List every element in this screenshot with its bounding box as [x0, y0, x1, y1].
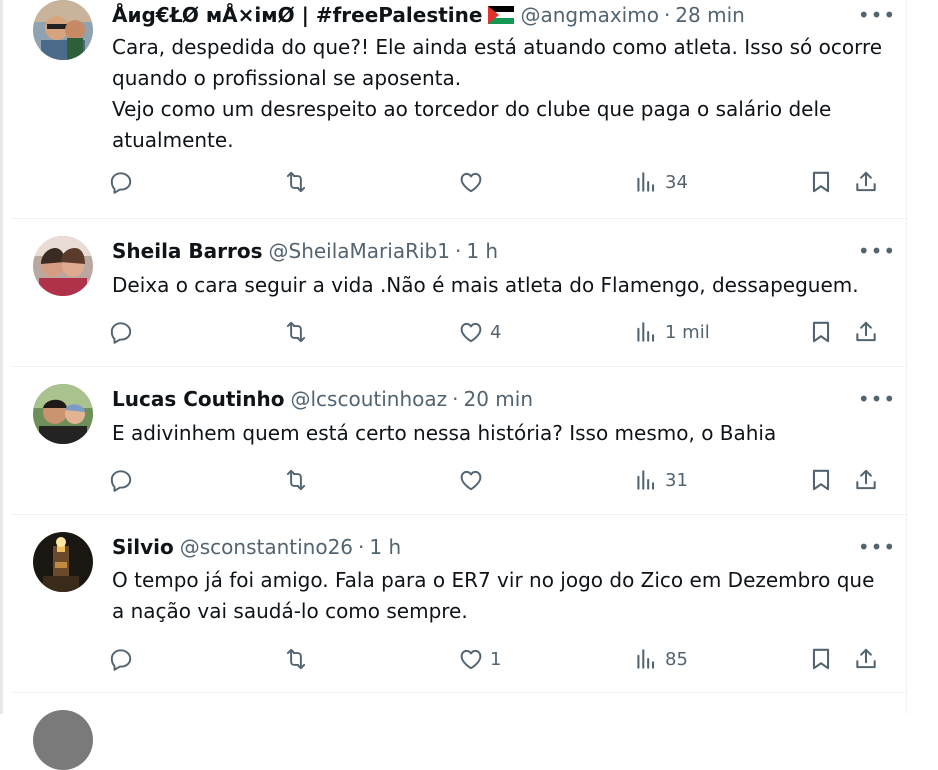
- view-count: 34: [665, 171, 688, 193]
- reply-icon: [110, 322, 132, 344]
- bookmark-button[interactable]: [808, 641, 834, 677]
- separator-dot: ·: [454, 239, 462, 263]
- more-options-button[interactable]: •••: [858, 384, 895, 414]
- like-button[interactable]: [458, 164, 490, 200]
- heart-icon: [460, 172, 482, 193]
- view-count: 85: [665, 648, 688, 670]
- tweet-text: Cara, despedida do que?! Ele ainda está …: [112, 35, 883, 152]
- view-count: 31: [665, 469, 688, 491]
- reply-icon: [110, 649, 132, 671]
- tweet-text: E adivinhem quem está certo nessa histór…: [112, 421, 777, 445]
- tweet[interactable]: [12, 692, 906, 770]
- views-button[interactable]: 34: [633, 164, 688, 200]
- tweet-header: Sheila Barros @SheilaMariaRib1 · 1 h: [112, 236, 886, 266]
- retweet-icon: [286, 321, 306, 343]
- reply-button[interactable]: [108, 314, 134, 350]
- bookmark-button[interactable]: [808, 462, 834, 498]
- user-handle[interactable]: @SheilaMariaRib1: [269, 239, 450, 263]
- retweet-button[interactable]: [283, 314, 309, 350]
- timestamp[interactable]: 20 min: [463, 387, 533, 411]
- views-icon: [637, 172, 655, 192]
- avatar[interactable]: [33, 710, 93, 770]
- reply-button[interactable]: [108, 641, 134, 677]
- bookmark-button[interactable]: [808, 164, 834, 200]
- like-count: 4: [490, 321, 502, 343]
- like-button[interactable]: [458, 462, 490, 498]
- avatar[interactable]: [33, 236, 93, 296]
- share-icon: [856, 321, 876, 342]
- avatar[interactable]: [33, 532, 93, 592]
- retweet-icon: [286, 648, 306, 670]
- action-bar: 34: [108, 164, 898, 200]
- separator-dot: ·: [452, 387, 459, 411]
- views-button[interactable]: 85: [633, 641, 688, 677]
- share-button[interactable]: [853, 641, 879, 677]
- tweet-text: Deixa o cara seguir a vida .Não é mais a…: [112, 273, 859, 297]
- avatar[interactable]: [33, 384, 93, 444]
- separator-dot: ·: [358, 535, 365, 559]
- timestamp[interactable]: 1 h: [369, 535, 401, 559]
- timestamp[interactable]: 28 min: [675, 3, 745, 27]
- views-icon: [637, 322, 655, 342]
- separator-dot: ·: [663, 3, 671, 27]
- bookmark-button[interactable]: [808, 314, 834, 350]
- action-bar: 1 85: [108, 641, 898, 677]
- avatar[interactable]: [33, 0, 93, 60]
- heart-icon: [460, 649, 482, 670]
- more-options-button[interactable]: •••: [858, 532, 895, 562]
- display-name[interactable]: Sheila Barros: [112, 239, 263, 263]
- share-button[interactable]: [853, 462, 879, 498]
- feed-right-border: [906, 0, 907, 714]
- like-button[interactable]: 4: [458, 314, 501, 350]
- bookmark-icon: [812, 171, 830, 193]
- tweet-header: Lucas Coutinho @lcscoutinhoaz · 20 min: [112, 384, 886, 414]
- views-button[interactable]: 1 mil: [633, 314, 710, 350]
- views-icon: [637, 470, 655, 490]
- palestine-flag-icon: [488, 6, 515, 24]
- tweet-text: O tempo já foi amigo. Fala para o ER7 vi…: [112, 568, 875, 623]
- more-options-button[interactable]: •••: [858, 0, 895, 30]
- tweet[interactable]: Silvio @sconstantino26 · 1 h ••• O tempo…: [12, 514, 906, 693]
- views-icon: [637, 649, 655, 669]
- tweet[interactable]: Lucas Coutinho @lcscoutinhoaz · 20 min •…: [12, 366, 906, 515]
- display-name[interactable]: Silvio: [112, 535, 174, 559]
- display-name[interactable]: Lucas Coutinho: [112, 387, 285, 411]
- share-button[interactable]: [853, 164, 879, 200]
- bookmark-icon: [812, 321, 830, 343]
- heart-icon: [460, 322, 482, 343]
- like-count: 1: [490, 648, 502, 670]
- share-icon: [856, 171, 876, 192]
- user-handle[interactable]: @lcscoutinhoaz: [291, 387, 448, 411]
- heart-icon: [460, 470, 482, 491]
- retweet-button[interactable]: [283, 641, 309, 677]
- action-bar: 31: [108, 462, 898, 498]
- user-handle[interactable]: @sconstantino26: [180, 535, 353, 559]
- view-count: 1 mil: [665, 321, 710, 343]
- share-icon: [856, 469, 876, 490]
- bookmark-icon: [812, 469, 830, 491]
- retweet-button[interactable]: [283, 164, 309, 200]
- share-button[interactable]: [853, 314, 879, 350]
- reply-icon: [110, 470, 132, 492]
- like-button[interactable]: 1: [458, 641, 501, 677]
- user-handle[interactable]: @angmaximo: [520, 3, 658, 27]
- tweet-header: Åиg€ŁØ мÅ×iмØ | #freePalestine @angmaxim…: [112, 0, 886, 30]
- views-button[interactable]: 31: [633, 462, 688, 498]
- timestamp[interactable]: 1 h: [466, 239, 498, 263]
- bookmark-icon: [812, 648, 830, 670]
- left-panel-edge: [0, 0, 3, 714]
- share-icon: [856, 648, 876, 669]
- reply-icon: [110, 172, 132, 194]
- tweet-header: Silvio @sconstantino26 · 1 h: [112, 532, 886, 562]
- retweet-icon: [286, 469, 306, 491]
- reply-button[interactable]: [108, 462, 134, 498]
- more-options-button[interactable]: •••: [858, 236, 895, 266]
- tweet[interactable]: Sheila Barros @SheilaMariaRib1 · 1 h •••…: [12, 218, 906, 367]
- action-bar: 4 1 mil: [108, 314, 898, 350]
- display-name[interactable]: Åиg€ŁØ мÅ×iмØ | #freePalestine: [112, 3, 482, 27]
- retweet-button[interactable]: [283, 462, 309, 498]
- tweet[interactable]: Åиg€ŁØ мÅ×iмØ | #freePalestine @angmaxim…: [12, 0, 906, 219]
- reply-button[interactable]: [108, 164, 134, 200]
- retweet-icon: [286, 171, 306, 193]
